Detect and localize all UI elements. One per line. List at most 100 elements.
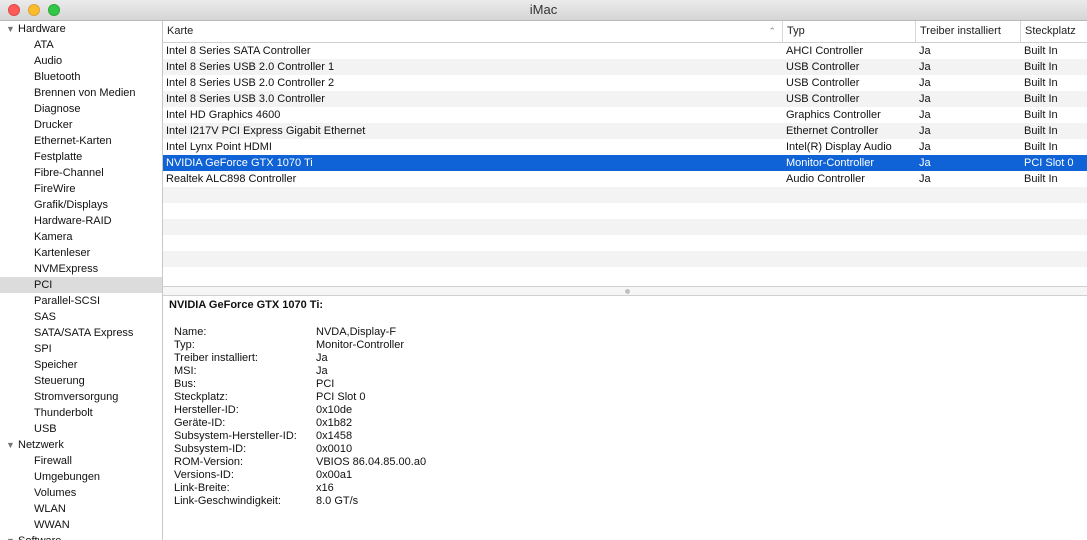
empty-row	[163, 187, 1087, 203]
column-header-steckplatz[interactable]: Steckplatz	[1021, 21, 1087, 42]
table-cell: Ja	[919, 173, 931, 185]
table-cell	[783, 235, 916, 251]
table-row[interactable]: NVIDIA GeForce GTX 1070 Ti Monitor-Contro…	[163, 155, 1087, 171]
split-view-divider[interactable]	[163, 286, 1087, 296]
table-cell: Intel 8 Series USB 2.0 Controller 2	[166, 77, 335, 89]
sidebar-item-wwan[interactable]: WWAN	[0, 517, 162, 533]
table-cell: Realtek ALC898 Controller	[166, 173, 297, 185]
table-cell: Ja	[919, 61, 931, 73]
detail-field: Hersteller-ID: 0x10de	[174, 404, 1087, 417]
sidebar-item-stromversorgung[interactable]: Stromversorgung	[0, 389, 162, 405]
table-row[interactable]: Intel 8 Series USB 2.0 Controller 1 USB C…	[163, 59, 1087, 75]
field-label: Link-Geschwindigkeit:	[174, 495, 281, 507]
sidebar-item-firewall[interactable]: Firewall	[0, 453, 162, 469]
field-value: VBIOS 86.04.85.00.a0	[316, 456, 427, 468]
table-cell	[916, 267, 1021, 283]
table-cell: Intel(R) Display Audio	[786, 141, 892, 153]
sidebar-item-fibre-channel[interactable]: Fibre-Channel	[0, 165, 162, 181]
sidebar-item-sata-sata-express[interactable]: SATA/SATA Express	[0, 325, 162, 341]
table-cell: USB Controller	[786, 93, 860, 105]
detail-fields: Name: NVDA,Display-F Typ: Monitor-Controlle…	[169, 326, 1087, 508]
minimize-button[interactable]	[28, 4, 40, 16]
table-cell: AHCI Controller	[786, 45, 864, 57]
close-button[interactable]	[8, 4, 20, 16]
table-cell	[916, 251, 1021, 267]
field-value: PCI	[316, 378, 335, 390]
window-title: iMac	[529, 2, 558, 17]
table-row[interactable]: Intel Lynx Point HDMI Intel(R) Display Au…	[163, 139, 1087, 155]
sidebar-item-thunderbolt[interactable]: Thunderbolt	[0, 405, 162, 421]
field-label: MSI:	[174, 365, 197, 377]
sidebar-item-grafik-displays[interactable]: Grafik/Displays	[0, 197, 162, 213]
column-header-typ[interactable]: Typ	[783, 21, 916, 42]
table-cell: Ja	[919, 45, 931, 57]
sidebar-item-pci[interactable]: PCI	[0, 277, 162, 293]
table-cell: Graphics Controller	[786, 109, 881, 121]
sidebar-item-nvmexpress[interactable]: NVMExpress	[0, 261, 162, 277]
column-label: Karte	[167, 25, 194, 37]
disclosure-triangle-icon[interactable]: ▼	[6, 533, 18, 540]
sidebar-item-spi[interactable]: SPI	[0, 341, 162, 357]
field-value: NVDA,Display-F	[316, 326, 397, 338]
table-cell	[783, 267, 916, 283]
table-cell: PCI Slot 0	[1024, 157, 1074, 169]
table-cell	[1021, 187, 1087, 203]
table-cell: Intel 8 Series USB 3.0 Controller	[166, 93, 325, 105]
sidebar-item-drucker[interactable]: Drucker	[0, 117, 162, 133]
field-label: Subsystem-ID:	[174, 443, 247, 455]
column-header-karte[interactable]: Karte ⌃	[163, 21, 783, 42]
table-cell	[163, 187, 783, 203]
sidebar-item-kamera[interactable]: Kamera	[0, 229, 162, 245]
sidebar-item-sas[interactable]: SAS	[0, 309, 162, 325]
sidebar-item-audio[interactable]: Audio	[0, 53, 162, 69]
field-label: Steckplatz:	[174, 391, 228, 403]
disclosure-triangle-icon[interactable]: ▼	[6, 21, 18, 37]
sidebar-item-umgebungen[interactable]: Umgebungen	[0, 469, 162, 485]
sidebar-group-software[interactable]: ▼Software	[0, 533, 162, 540]
sidebar-item-usb[interactable]: USB	[0, 421, 162, 437]
disclosure-triangle-icon[interactable]: ▼	[6, 437, 18, 453]
table-cell	[916, 203, 1021, 219]
table-row[interactable]: Intel 8 Series SATA Controller AHCI Contr…	[163, 43, 1087, 59]
sidebar-item-diagnose[interactable]: Diagnose	[0, 101, 162, 117]
table-row[interactable]: Realtek ALC898 Controller Audio Controlle…	[163, 171, 1087, 187]
table-row[interactable]: Intel 8 Series USB 2.0 Controller 2 USB C…	[163, 75, 1087, 91]
table-row[interactable]: Intel HD Graphics 4600 Graphics Controlle…	[163, 107, 1087, 123]
table-cell: NVIDIA GeForce GTX 1070 Ti	[166, 157, 313, 169]
column-header-treiber[interactable]: Treiber installiert	[916, 21, 1021, 42]
field-value: Ja	[316, 352, 328, 364]
sidebar-item-firewire[interactable]: FireWire	[0, 181, 162, 197]
sidebar-item-volumes[interactable]: Volumes	[0, 485, 162, 501]
field-label: Hersteller-ID:	[174, 404, 239, 416]
sidebar-item-brennen-von-medien[interactable]: Brennen von Medien	[0, 85, 162, 101]
empty-row	[163, 235, 1087, 251]
sidebar-item-bluetooth[interactable]: Bluetooth	[0, 69, 162, 85]
sidebar-item-steuerung[interactable]: Steuerung	[0, 373, 162, 389]
table-cell: Intel I217V PCI Express Gigabit Ethernet	[166, 125, 366, 137]
detail-field: Typ: Monitor-Controller	[174, 339, 1087, 352]
table-cell	[163, 219, 783, 235]
sidebar-item-speicher[interactable]: Speicher	[0, 357, 162, 373]
sidebar-item-hardware-raid[interactable]: Hardware-RAID	[0, 213, 162, 229]
field-label: Bus:	[174, 378, 197, 390]
sidebar-item-wlan[interactable]: WLAN	[0, 501, 162, 517]
table-cell	[1021, 235, 1087, 251]
sidebar-item-festplatte[interactable]: Festplatte	[0, 149, 162, 165]
table-cell: Ja	[919, 77, 931, 89]
field-value: 8.0 GT/s	[316, 495, 359, 507]
sidebar-item-parallel-scsi[interactable]: Parallel-SCSI	[0, 293, 162, 309]
sidebar-item-ethernet-karten[interactable]: Ethernet-Karten	[0, 133, 162, 149]
sidebar-group-label: Netzwerk	[18, 439, 64, 451]
sidebar-group-netzwerk[interactable]: ▼ Netzwerk	[0, 437, 162, 453]
field-value: 0x1458	[316, 430, 353, 442]
sidebar-item-kartenleser[interactable]: Kartenleser	[0, 245, 162, 261]
field-value: 0x00a1	[316, 469, 353, 481]
zoom-button[interactable]	[48, 4, 60, 16]
sidebar-item-ata[interactable]: ATA	[0, 37, 162, 53]
table-row[interactable]: Intel I217V PCI Express Gigabit Ethernet…	[163, 123, 1087, 139]
table-row[interactable]: Intel 8 Series USB 3.0 Controller USB Con…	[163, 91, 1087, 107]
detail-field: Bus: PCI	[174, 378, 1087, 391]
table-cell	[1021, 251, 1087, 267]
sidebar-group-hardware[interactable]: ▼ Hardware	[0, 21, 162, 37]
table-cell: Ja	[919, 125, 931, 137]
